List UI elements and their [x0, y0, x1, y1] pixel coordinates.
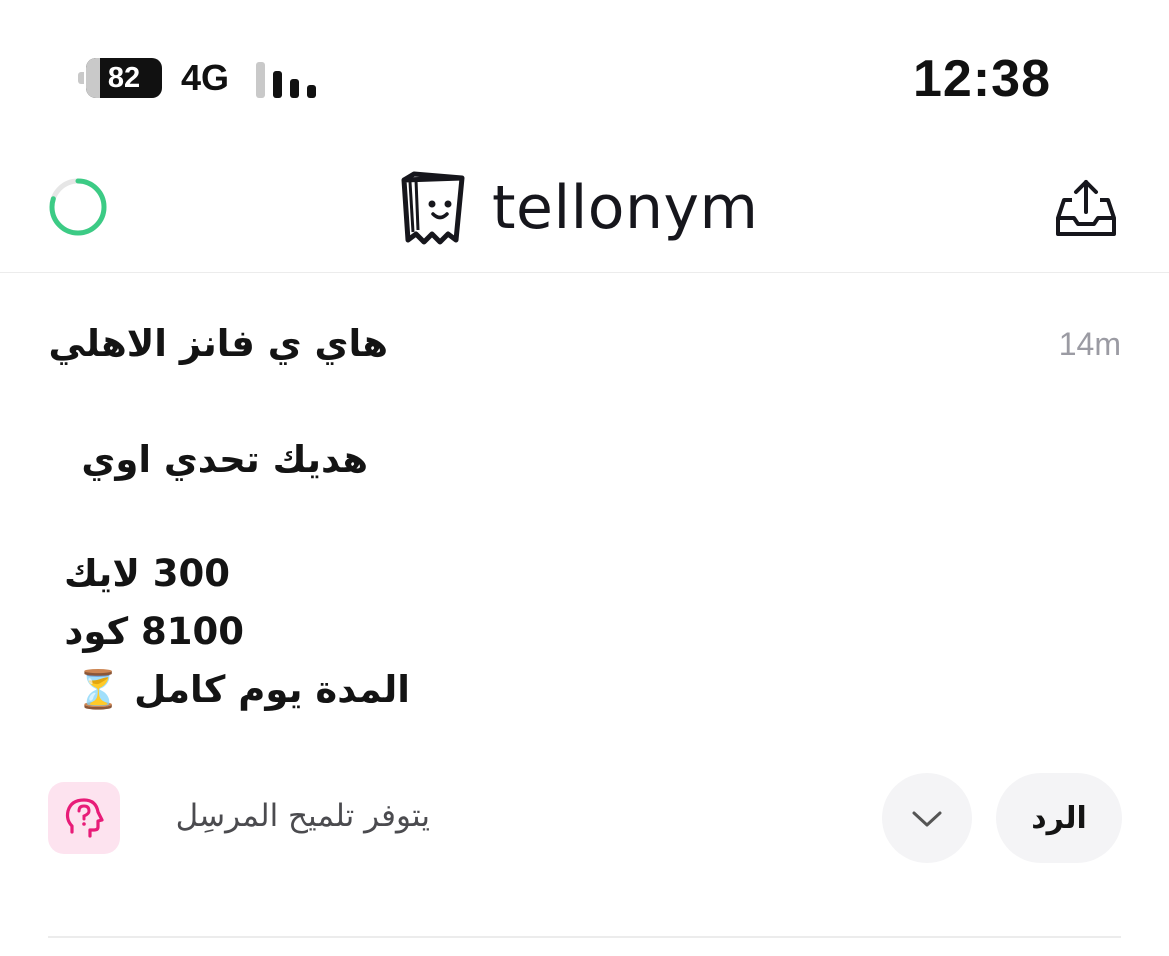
battery-indicator: 82	[78, 58, 162, 98]
message-line: 8100 كود	[64, 610, 244, 653]
share-tray-icon	[1056, 180, 1116, 236]
network-type: 4G	[181, 57, 230, 98]
status-bar: 82 4G 12:38	[0, 0, 1169, 150]
ghost-logo-icon	[401, 171, 465, 245]
divider	[48, 936, 1121, 938]
app-logo: tellonym	[396, 168, 758, 248]
loading-spinner-icon	[49, 178, 107, 236]
status-time: 12:38	[913, 50, 1051, 108]
message-line: 300 لايك	[63, 552, 230, 595]
signal-bar	[256, 62, 265, 98]
battery-cap	[78, 72, 84, 84]
chevron-down-icon	[912, 811, 942, 827]
sender-hint-label[interactable]: يتوفر تلميح المرسِل	[136, 798, 430, 834]
sender-hint-button[interactable]	[48, 782, 120, 854]
message-line: المدة يوم كامل ⏳	[75, 668, 410, 711]
share-button[interactable]	[1054, 176, 1118, 240]
signal-bar	[307, 85, 316, 98]
message-line: هاي ي فانز الاهلي	[48, 322, 388, 365]
signal-strength-icon	[256, 58, 318, 98]
signal-bar	[290, 79, 299, 98]
logo-text: tellonym	[492, 173, 759, 243]
battery-percent: 82	[107, 62, 141, 94]
signal-bar	[273, 71, 282, 98]
more-options-button[interactable]	[882, 773, 972, 863]
battery-body: 82	[86, 58, 162, 98]
message-line: هديك تحدي اوي	[81, 438, 368, 481]
head-question-icon	[65, 798, 104, 838]
message-timestamp: 14m	[1058, 326, 1121, 362]
reply-button[interactable]: الرد	[996, 773, 1122, 863]
app-header: tellonym	[0, 150, 1169, 273]
